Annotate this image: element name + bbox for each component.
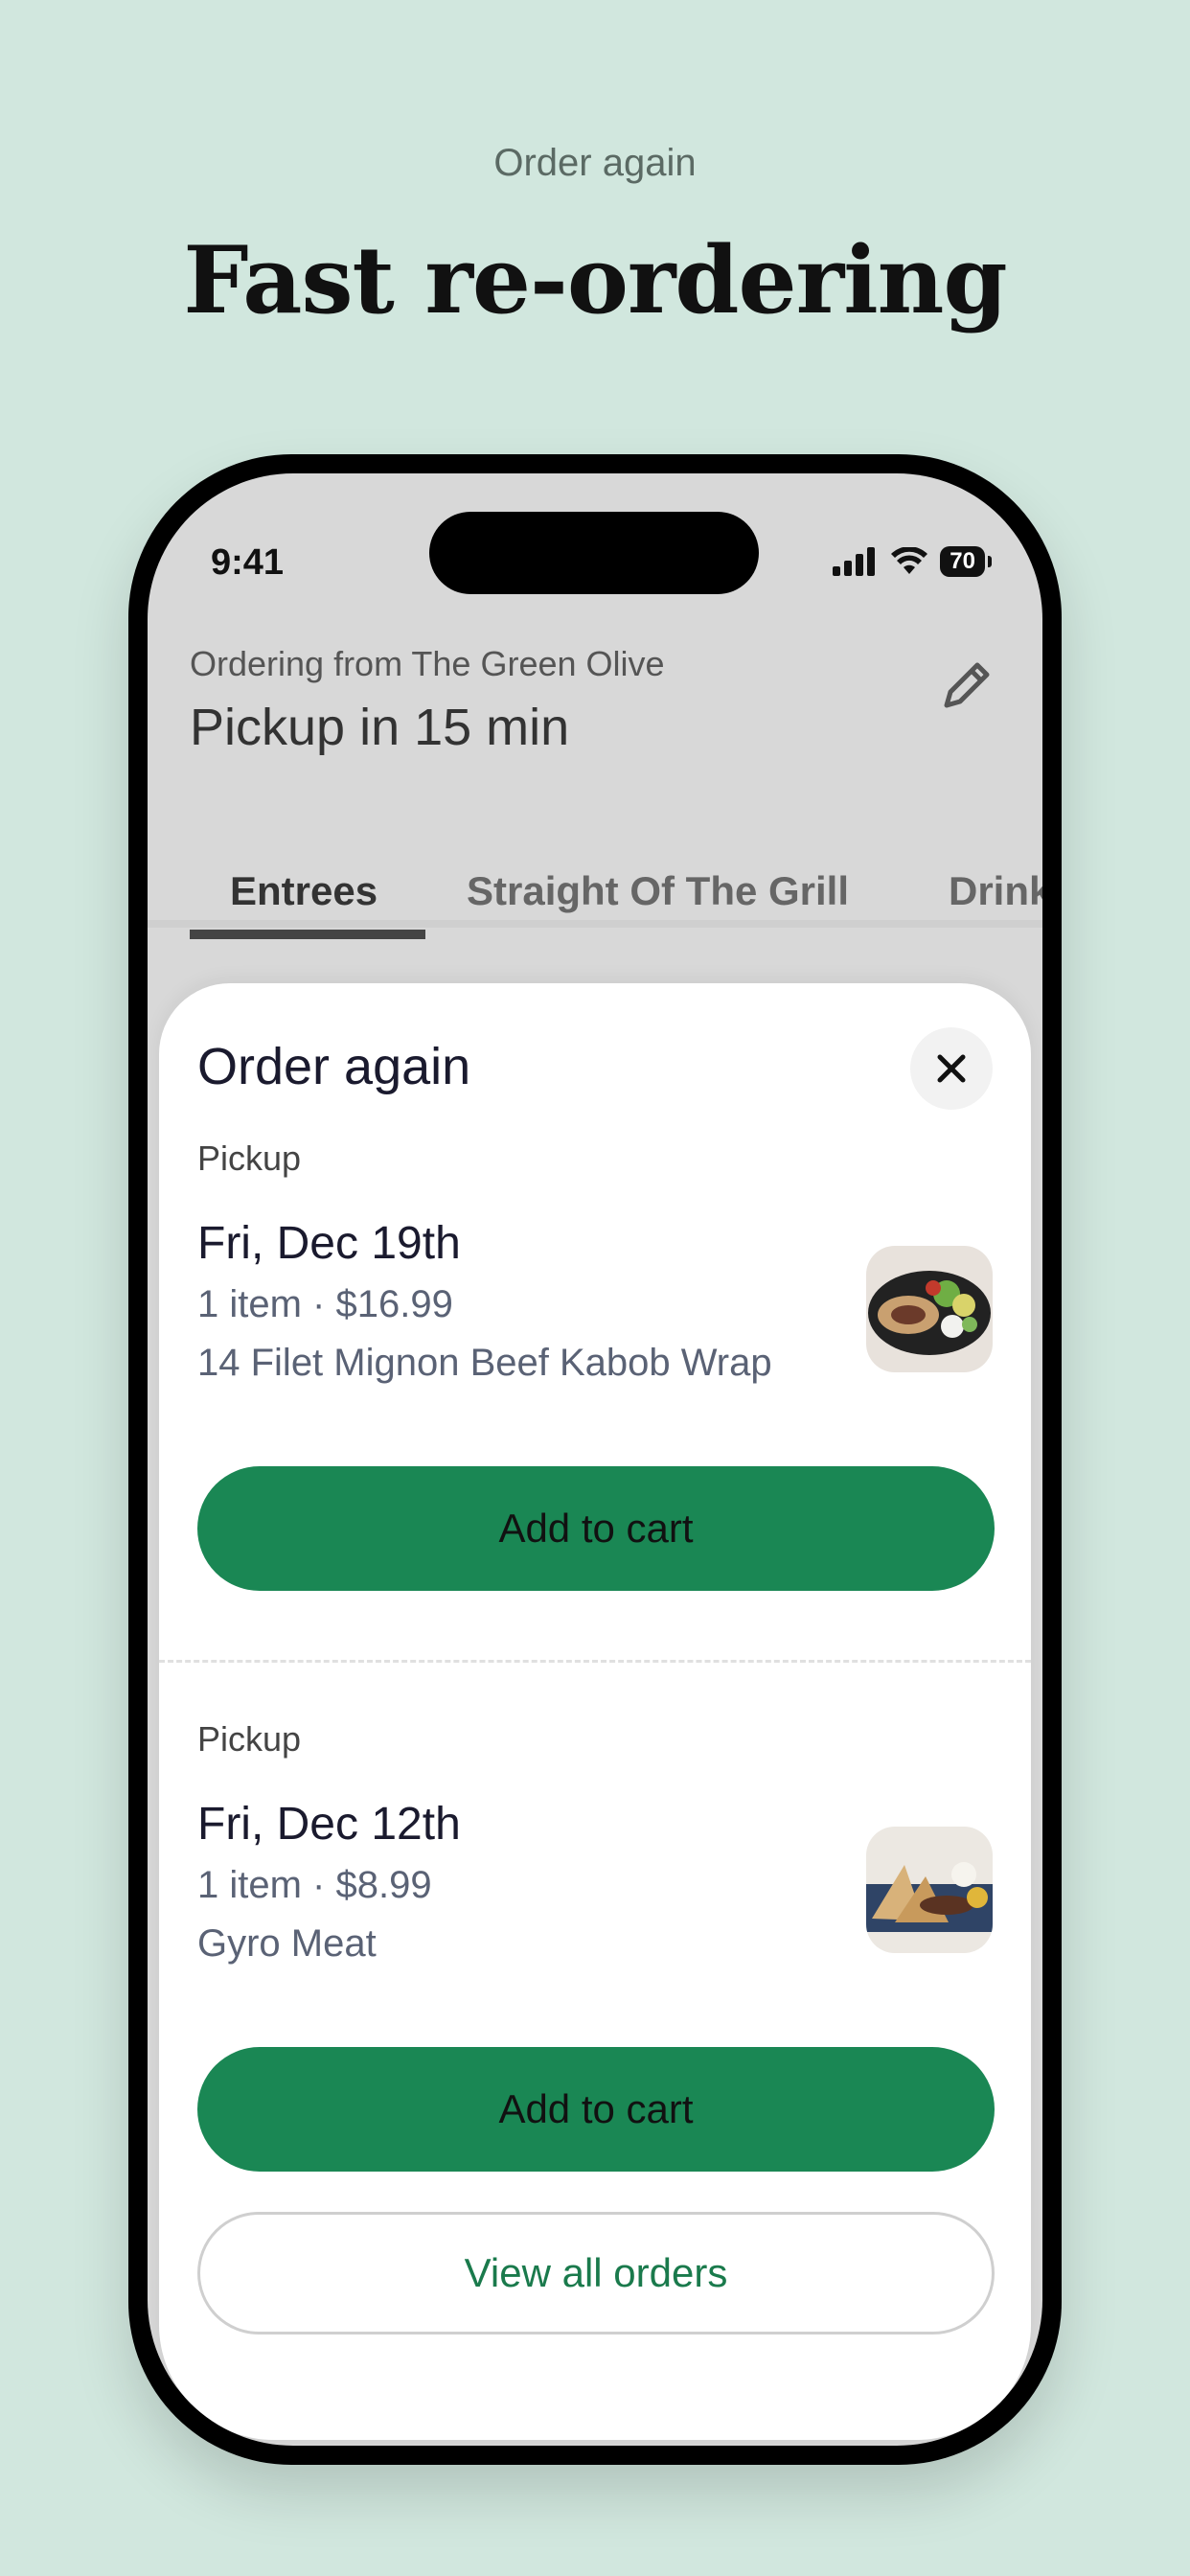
phone-frame: 9:41 70 Ordering from The Green Olive Pi… bbox=[128, 454, 1062, 2465]
tab-straight-of-the-grill[interactable]: Straight Of The Grill bbox=[467, 868, 849, 914]
order-card: Pickup Fri, Dec 19th 1 item · $16.99 14 … bbox=[197, 1138, 993, 1385]
tab-drinks[interactable]: Drinks bbox=[949, 868, 1042, 914]
status-bar: 9:41 70 bbox=[148, 473, 1042, 617]
close-icon bbox=[937, 1054, 966, 1083]
order-info: Ordering from The Green Olive Pickup in … bbox=[190, 644, 1004, 757]
order-card: Pickup Fri, Dec 12th 1 item · $8.99 Gyro… bbox=[197, 1719, 993, 1966]
add-to-cart-button[interactable]: Add to cart bbox=[197, 2047, 995, 2172]
ordering-from-text: Ordering from The Green Olive bbox=[190, 644, 665, 683]
order-type: Pickup bbox=[197, 1138, 302, 1178]
battery-icon: 70 bbox=[940, 546, 992, 577]
status-icons: 70 bbox=[833, 546, 992, 577]
view-all-orders-button[interactable]: View all orders bbox=[197, 2212, 995, 2334]
active-tab-indicator bbox=[190, 930, 425, 939]
gyro-meat-photo bbox=[866, 1827, 993, 1953]
order-type: Pickup bbox=[197, 1719, 302, 1759]
beef-kabob-wrap-photo bbox=[866, 1246, 993, 1372]
category-tabs: Entrees Straight Of The Grill Drinks bbox=[148, 820, 1042, 928]
sheet-title: Order again bbox=[197, 1038, 471, 1095]
phone-screen: 9:41 70 Ordering from The Green Olive Pi… bbox=[148, 473, 1042, 2446]
close-button[interactable] bbox=[910, 1027, 993, 1110]
tab-entrees[interactable]: Entrees bbox=[230, 868, 378, 914]
edit-order-button[interactable] bbox=[933, 652, 1000, 719]
dynamic-island bbox=[429, 512, 759, 594]
eyebrow-text: Order again bbox=[493, 142, 697, 184]
wifi-icon bbox=[891, 547, 928, 574]
pickup-time-text: Pickup in 15 min bbox=[190, 699, 570, 756]
add-to-cart-button[interactable]: Add to cart bbox=[197, 1466, 995, 1591]
status-time: 9:41 bbox=[211, 542, 285, 583]
order-divider bbox=[159, 1660, 1031, 1663]
signal-icon bbox=[833, 547, 876, 576]
order-again-sheet: Order again Pickup Fri, Dec 19th 1 item … bbox=[159, 983, 1031, 2440]
headline: Fast re-ordering bbox=[183, 226, 1007, 334]
pencil-icon bbox=[944, 662, 990, 708]
